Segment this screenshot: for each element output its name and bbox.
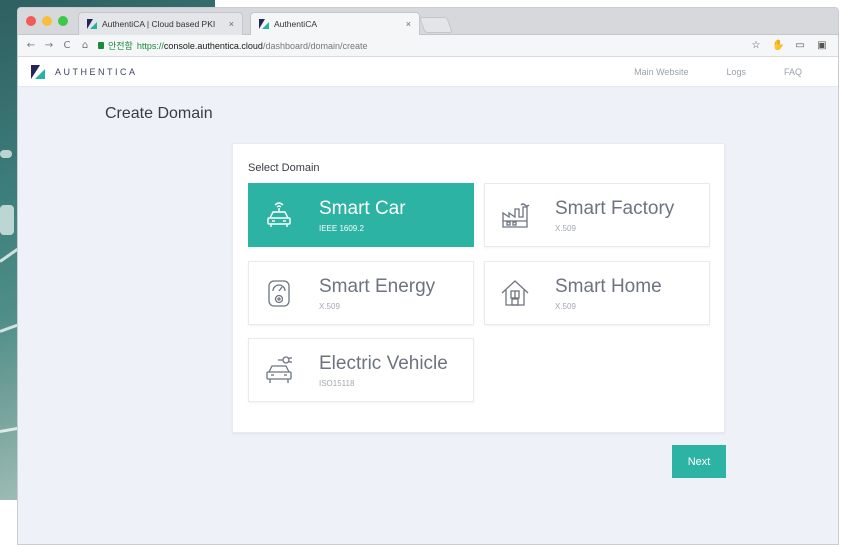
home-icon [499, 277, 531, 309]
domain-title: Smart Energy [319, 276, 436, 297]
bookmark-star-icon[interactable]: ☆ [750, 40, 762, 51]
lock-icon [98, 42, 104, 49]
nav-main-website-link[interactable]: Main Website [634, 67, 688, 77]
domain-card-electric-vehicle[interactable]: Electric Vehicle ISO15118 [248, 338, 474, 402]
tab-title: AuthentiCA | Cloud based PKI [102, 19, 216, 29]
domain-standard: X.509 [555, 224, 576, 233]
page-title: Create Domain [105, 105, 213, 122]
car-antenna-icon [263, 199, 295, 231]
browser-tab-bar: AuthentiCA | Cloud based PKI × AuthentiC… [18, 8, 838, 35]
browser-toolbar: ☆ ✋ ▭ ▣ [750, 40, 828, 51]
authentica-logo-icon [31, 65, 45, 79]
domain-title: Smart Car [319, 198, 406, 219]
select-domain-label: Select Domain [248, 162, 320, 174]
back-icon[interactable]: ← [24, 40, 38, 51]
next-button[interactable]: Next [672, 445, 726, 478]
minimize-window-button[interactable] [42, 16, 52, 26]
authentica-favicon-icon [87, 19, 97, 29]
factory-icon [499, 199, 531, 231]
top-nav: Main Website Logs FAQ [634, 67, 802, 77]
domain-standard: X.509 [319, 302, 340, 311]
extension-icon[interactable]: ▭ [794, 40, 806, 51]
secure-label: 안전함 [108, 41, 133, 51]
tab-close-icon[interactable]: × [229, 19, 234, 29]
domain-card-smart-factory[interactable]: Smart Factory X.509 [484, 183, 710, 247]
domain-card-smart-car[interactable]: Smart Car IEEE 1609.2 [248, 183, 474, 247]
domain-title: Smart Home [555, 276, 662, 297]
home-icon[interactable]: ⌂ [78, 40, 92, 51]
domain-standard: X.509 [555, 302, 576, 311]
browser-tab-1[interactable]: AuthentiCA | Cloud based PKI × [78, 12, 243, 35]
ev-plug-icon [263, 354, 295, 386]
domain-card-smart-home[interactable]: Smart Home X.509 [484, 261, 710, 325]
url-text: https://console.authentica.cloud/dashboa… [136, 40, 368, 51]
tab-close-icon[interactable]: × [406, 19, 411, 29]
domain-standard: IEEE 1609.2 [319, 224, 364, 233]
brand-name: AUTHENTICA [55, 67, 138, 77]
maximize-window-button[interactable] [58, 16, 68, 26]
new-tab-button[interactable] [419, 17, 453, 33]
browser-window: AuthentiCA | Cloud based PKI × AuthentiC… [17, 7, 839, 545]
close-window-button[interactable] [26, 16, 36, 26]
address-bar: ← → C ⌂ 안전함 https://console.authentica.c… [18, 35, 838, 57]
nav-logs-link[interactable]: Logs [726, 67, 746, 77]
reload-icon[interactable]: C [60, 40, 74, 51]
browser-tab-2[interactable]: AuthentiCA × [250, 12, 420, 35]
nav-faq-link[interactable]: FAQ [784, 67, 802, 77]
domain-card-smart-energy[interactable]: Smart Energy X.509 [248, 261, 474, 325]
brand[interactable]: AUTHENTICA [31, 65, 138, 79]
extension-icon[interactable]: ▣ [816, 40, 828, 51]
extension-icon[interactable]: ✋ [772, 40, 784, 51]
authentica-favicon-icon [259, 19, 269, 29]
domain-standard: ISO15118 [319, 379, 355, 388]
select-domain-panel: Select Domain Smart Car IEEE 1609.2 Smar… [232, 143, 725, 433]
domain-title: Electric Vehicle [319, 353, 448, 374]
forward-icon[interactable]: → [42, 40, 56, 51]
tab-title: AuthentiCA [274, 19, 317, 29]
domain-title: Smart Factory [555, 198, 675, 219]
energy-meter-icon [263, 277, 295, 309]
url-field[interactable]: 안전함 https://console.authentica.cloud/das… [98, 38, 750, 54]
app-header: AUTHENTICA Main Website Logs FAQ [18, 57, 838, 87]
